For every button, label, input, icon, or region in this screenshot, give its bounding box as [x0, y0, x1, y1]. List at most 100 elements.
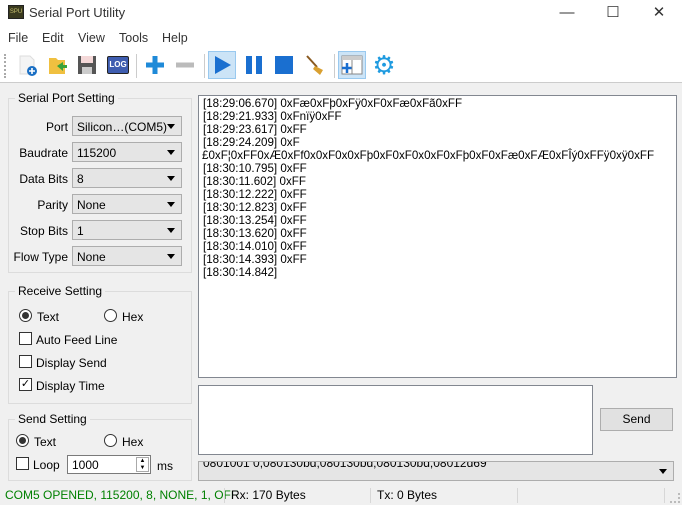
stop-button[interactable]	[270, 51, 298, 79]
loop-checkbox[interactable]	[16, 457, 29, 470]
send-input[interactable]	[198, 385, 593, 455]
display-time-label: Display Time	[36, 379, 105, 393]
start-button[interactable]	[208, 51, 236, 79]
toolbar-separator	[136, 54, 137, 78]
log-line: [18:30:14.393] 0xFF	[203, 253, 307, 266]
chevron-down-icon	[659, 469, 667, 474]
send-button[interactable]: Send	[600, 408, 673, 431]
chevron-down-icon	[167, 202, 175, 207]
flow-type-select[interactable]: None	[72, 246, 182, 266]
maximize-button[interactable]: ☐	[590, 0, 636, 28]
auto-feed-line-checkbox[interactable]	[19, 332, 32, 345]
clear-button[interactable]	[301, 51, 329, 79]
display-send-checkbox[interactable]	[19, 355, 32, 368]
log-line: [18:30:14.010] 0xFF	[203, 240, 307, 253]
send-hex-label: Hex	[122, 435, 144, 449]
menu-file[interactable]: File	[8, 31, 28, 45]
log-line: £0xF¦0xFF0xÆ0xFf0x0xF0x0xFþ0xF0xF0x0xF0x…	[202, 149, 655, 162]
group-title: Receive Setting	[15, 284, 106, 298]
new-file-button[interactable]	[13, 51, 41, 79]
chevron-down-icon	[167, 150, 175, 155]
settings-button[interactable]: ⚙	[370, 51, 398, 79]
menu-tools[interactable]: Tools	[119, 31, 148, 45]
flow-type-value: None	[77, 250, 106, 264]
remove-button[interactable]	[171, 51, 199, 79]
window-title: Serial Port Utility	[29, 5, 126, 20]
stop-bits-select[interactable]: 1	[72, 220, 182, 240]
stop-bits-label: Stop Bits	[19, 224, 68, 238]
port-select[interactable]: Silicon…(COM5)	[72, 116, 182, 136]
minimize-button[interactable]: —	[544, 0, 590, 28]
loop-interval-value: 1000	[72, 458, 99, 472]
layout-button[interactable]	[338, 51, 366, 79]
receive-log[interactable]: [18:29:06.670] 0xFæ0xFþ0xFÿ0xF0xFæ0xFã0x…	[198, 95, 677, 378]
log-button[interactable]: LOG	[104, 51, 132, 79]
parity-select[interactable]: None	[72, 194, 182, 214]
status-divider	[517, 488, 518, 503]
toolbar-grip[interactable]	[4, 54, 6, 78]
play-icon	[215, 56, 231, 74]
gear-icon: ⚙	[372, 50, 396, 80]
toolbar-separator	[204, 54, 205, 78]
status-divider	[664, 488, 665, 503]
port-label: Port	[45, 120, 68, 134]
group-title: Send Setting	[15, 412, 90, 426]
baudrate-label: Baudrate	[19, 146, 68, 160]
send-text-radio[interactable]	[16, 434, 29, 447]
send-hex-radio[interactable]	[104, 434, 117, 447]
data-bits-label: Data Bits	[19, 172, 68, 186]
chevron-down-icon	[167, 124, 175, 129]
close-button[interactable]: ✕	[636, 0, 682, 28]
status-divider	[224, 488, 225, 503]
resize-grip[interactable]	[670, 493, 680, 503]
log-icon: LOG	[107, 56, 129, 74]
log-line: [18:29:06.670] 0xFæ0xFþ0xFÿ0xF0xFæ0xFã0x…	[203, 97, 463, 110]
receive-hex-label: Hex	[122, 310, 144, 324]
add-button[interactable]	[141, 51, 169, 79]
menu-view[interactable]: View	[78, 31, 105, 45]
log-line: [18:30:13.254] 0xFF	[203, 214, 307, 227]
broom-icon	[306, 55, 323, 75]
log-line: [18:29:24.209] 0xF	[203, 136, 300, 149]
menu-edit[interactable]: Edit	[42, 31, 64, 45]
group-title: Serial Port Setting	[15, 91, 118, 105]
chevron-down-icon	[167, 176, 175, 181]
tx-count: Tx: 0 Bytes	[377, 488, 438, 502]
log-line: [18:30:13.620] 0xFF	[203, 227, 307, 240]
display-time-checkbox[interactable]: ✓	[19, 378, 32, 391]
flow-type-label: Flow Type	[13, 250, 68, 264]
title-bar: SPU Serial Port Utility — ☐ ✕	[0, 0, 682, 28]
app-icon: SPU	[8, 5, 24, 19]
log-line: [18:30:12.222] 0xFF	[203, 188, 307, 201]
display-send-label: Display Send	[36, 356, 107, 370]
data-bits-select[interactable]: 8	[72, 168, 182, 188]
connection-status: COM5 OPENED, 115200, 8, NONE, 1, OFF	[5, 488, 239, 502]
parity-label: Parity	[37, 198, 68, 212]
receive-text-radio[interactable]	[19, 309, 32, 322]
baudrate-select[interactable]: 115200	[72, 142, 182, 162]
window-layout-icon	[341, 55, 363, 75]
save-button[interactable]	[73, 51, 101, 79]
log-line: [18:30:11.602] 0xFF	[203, 175, 306, 188]
log-line: [18:29:23.617] 0xFF	[203, 123, 307, 136]
receive-hex-radio[interactable]	[104, 309, 117, 322]
status-bar: COM5 OPENED, 115200, 8, NONE, 1, OFF Rx:…	[0, 485, 682, 505]
menu-help[interactable]: Help	[162, 31, 188, 45]
chevron-down-icon	[167, 254, 175, 259]
pause-button[interactable]	[240, 51, 268, 79]
interval-stepper[interactable]: ▲ ▼	[136, 457, 149, 472]
toolbar: LOG ⚙	[0, 48, 682, 83]
menu-bar: File Edit View Tools Help	[0, 28, 682, 48]
receive-text-label: Text	[37, 310, 60, 324]
open-button[interactable]	[44, 51, 72, 79]
data-bits-value: 8	[77, 172, 84, 186]
new-file-icon	[19, 55, 37, 76]
pause-icon	[246, 56, 262, 74]
send-history-select[interactable]: 0801001 0,080130bd,080130bd,080130bd,080…	[198, 461, 674, 481]
loop-label: Loop	[33, 458, 60, 472]
stop-icon	[275, 56, 293, 74]
send-history-value: 0801001 0,080130bd,080130bd,080130bd,080…	[203, 461, 487, 470]
plus-icon	[146, 56, 164, 74]
ms-label: ms	[157, 459, 173, 473]
loop-interval-input[interactable]: 1000 ▲ ▼	[67, 455, 151, 474]
